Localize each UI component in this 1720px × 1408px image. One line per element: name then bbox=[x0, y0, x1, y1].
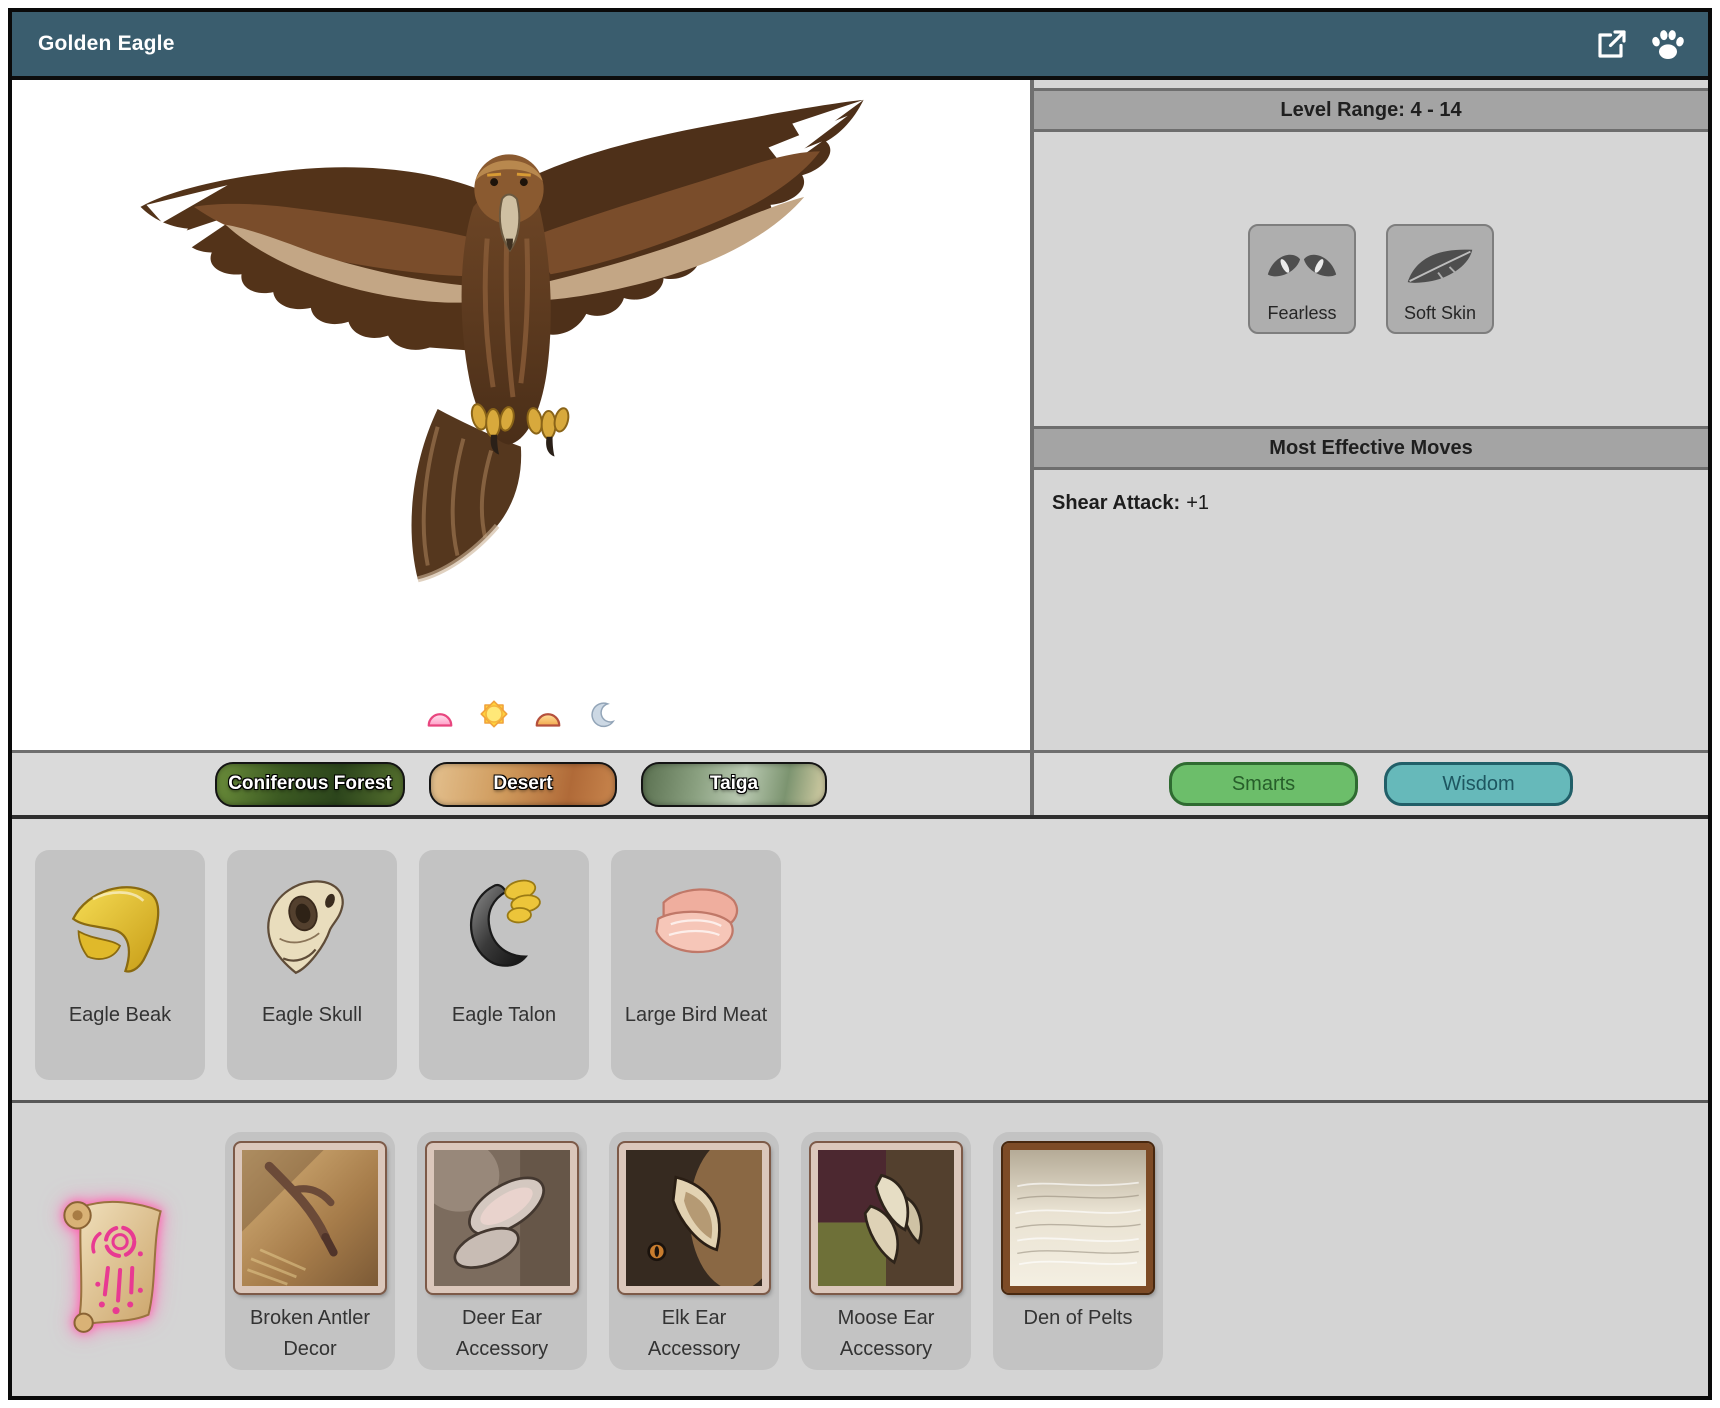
creature-illustration bbox=[107, 90, 907, 615]
decor-label: Den of Pelts bbox=[993, 1303, 1163, 1334]
level-range-header: Level Range: 4 - 14 bbox=[1034, 88, 1708, 132]
drop-card-eagle-beak[interactable]: Eagle Beak bbox=[35, 850, 205, 1080]
decor-section: Broken Antler Decor Deer Ear Accessory bbox=[12, 1103, 1708, 1396]
decor-label: Broken Antler Decor bbox=[225, 1303, 395, 1365]
move-bonus: +1 bbox=[1186, 492, 1209, 514]
biome-taiga-button[interactable]: Taiga bbox=[641, 762, 827, 807]
night-icon bbox=[586, 698, 618, 730]
effective-moves-header: Most Effective Moves bbox=[1034, 426, 1708, 470]
move-name: Shear Attack: bbox=[1052, 492, 1180, 514]
decor-card-deer-ear[interactable]: Deer Ear Accessory bbox=[417, 1132, 587, 1370]
paw-icon[interactable] bbox=[1648, 24, 1688, 64]
biome-coniferous-forest-button[interactable]: Coniferous Forest bbox=[215, 762, 405, 807]
page: Golden Eagle bbox=[0, 0, 1720, 1408]
cat-eyes-icon bbox=[1264, 226, 1340, 303]
eagle-talon-icon bbox=[419, 850, 589, 992]
broken-antler-image bbox=[235, 1143, 385, 1293]
traits-row: Fearless Soft Skin bbox=[1034, 224, 1708, 334]
drop-card-large-bird-meat[interactable]: Large Bird Meat bbox=[611, 850, 781, 1080]
drop-card-eagle-skull[interactable]: Eagle Skull bbox=[227, 850, 397, 1080]
move-entry: Shear Attack: +1 bbox=[1052, 492, 1209, 515]
title-bar-actions bbox=[1592, 24, 1708, 64]
biome-row: Coniferous Forest Desert Taiga bbox=[12, 750, 1030, 815]
biome-label: Coniferous Forest bbox=[228, 773, 392, 795]
biome-label: Desert bbox=[493, 773, 552, 795]
decor-label: Deer Ear Accessory bbox=[417, 1303, 587, 1365]
drop-label: Large Bird Meat bbox=[611, 1000, 781, 1031]
open-in-new-tab-icon[interactable] bbox=[1592, 24, 1632, 64]
decor-card-row: Broken Antler Decor Deer Ear Accessory bbox=[225, 1132, 1163, 1370]
title-bar: Golden Eagle bbox=[12, 12, 1708, 80]
eagle-skull-icon bbox=[227, 850, 397, 992]
deer-ear-image bbox=[427, 1143, 577, 1293]
battle-stats-row: Smarts Wisdom bbox=[1034, 750, 1708, 815]
trait-label: Fearless bbox=[1267, 303, 1336, 324]
drop-card-eagle-talon[interactable]: Eagle Talon bbox=[419, 850, 589, 1080]
effective-moves-text: Most Effective Moves bbox=[1269, 437, 1472, 460]
eagle-beak-icon bbox=[35, 850, 205, 992]
level-range-text: Level Range: 4 - 14 bbox=[1280, 99, 1461, 122]
drop-label: Eagle Talon bbox=[419, 1000, 589, 1031]
decor-label: Elk Ear Accessory bbox=[609, 1303, 779, 1365]
runestone-scroll-icon[interactable] bbox=[47, 1189, 179, 1341]
trait-label: Soft Skin bbox=[1404, 303, 1476, 324]
drop-label: Eagle Skull bbox=[227, 1000, 397, 1031]
decor-label: Moose Ear Accessory bbox=[801, 1303, 971, 1365]
dusk-icon bbox=[532, 698, 564, 730]
elk-ear-image bbox=[619, 1143, 769, 1293]
wisdom-button[interactable]: Wisdom bbox=[1384, 762, 1573, 806]
page-title: Golden Eagle bbox=[12, 32, 175, 56]
creature-page: Golden Eagle bbox=[8, 8, 1712, 1400]
decor-card-elk-ear[interactable]: Elk Ear Accessory bbox=[609, 1132, 779, 1370]
active-times-row bbox=[12, 698, 1030, 730]
decor-card-den-of-pelts[interactable]: Den of Pelts bbox=[993, 1132, 1163, 1370]
smarts-button[interactable]: Smarts bbox=[1169, 762, 1358, 806]
drop-label: Eagle Beak bbox=[35, 1000, 205, 1031]
trait-soft-skin[interactable]: Soft Skin bbox=[1386, 224, 1494, 334]
biome-desert-button[interactable]: Desert bbox=[429, 762, 617, 807]
den-of-pelts-image bbox=[1003, 1143, 1153, 1293]
decor-card-moose-ear[interactable]: Moose Ear Accessory bbox=[801, 1132, 971, 1370]
bird-meat-icon bbox=[611, 850, 781, 992]
creature-image-panel bbox=[12, 80, 1030, 750]
moose-ear-image bbox=[811, 1143, 961, 1293]
creature-info-panel: Level Range: 4 - 14 Fearless bbox=[1034, 80, 1708, 815]
day-icon bbox=[478, 698, 510, 730]
decor-card-broken-antler[interactable]: Broken Antler Decor bbox=[225, 1132, 395, 1370]
feather-icon bbox=[1402, 226, 1478, 303]
biome-label: Taiga bbox=[710, 773, 758, 795]
trait-fearless[interactable]: Fearless bbox=[1248, 224, 1356, 334]
drops-section: Eagle Beak Eagle Skull bbox=[12, 819, 1708, 1100]
dawn-icon bbox=[424, 698, 456, 730]
